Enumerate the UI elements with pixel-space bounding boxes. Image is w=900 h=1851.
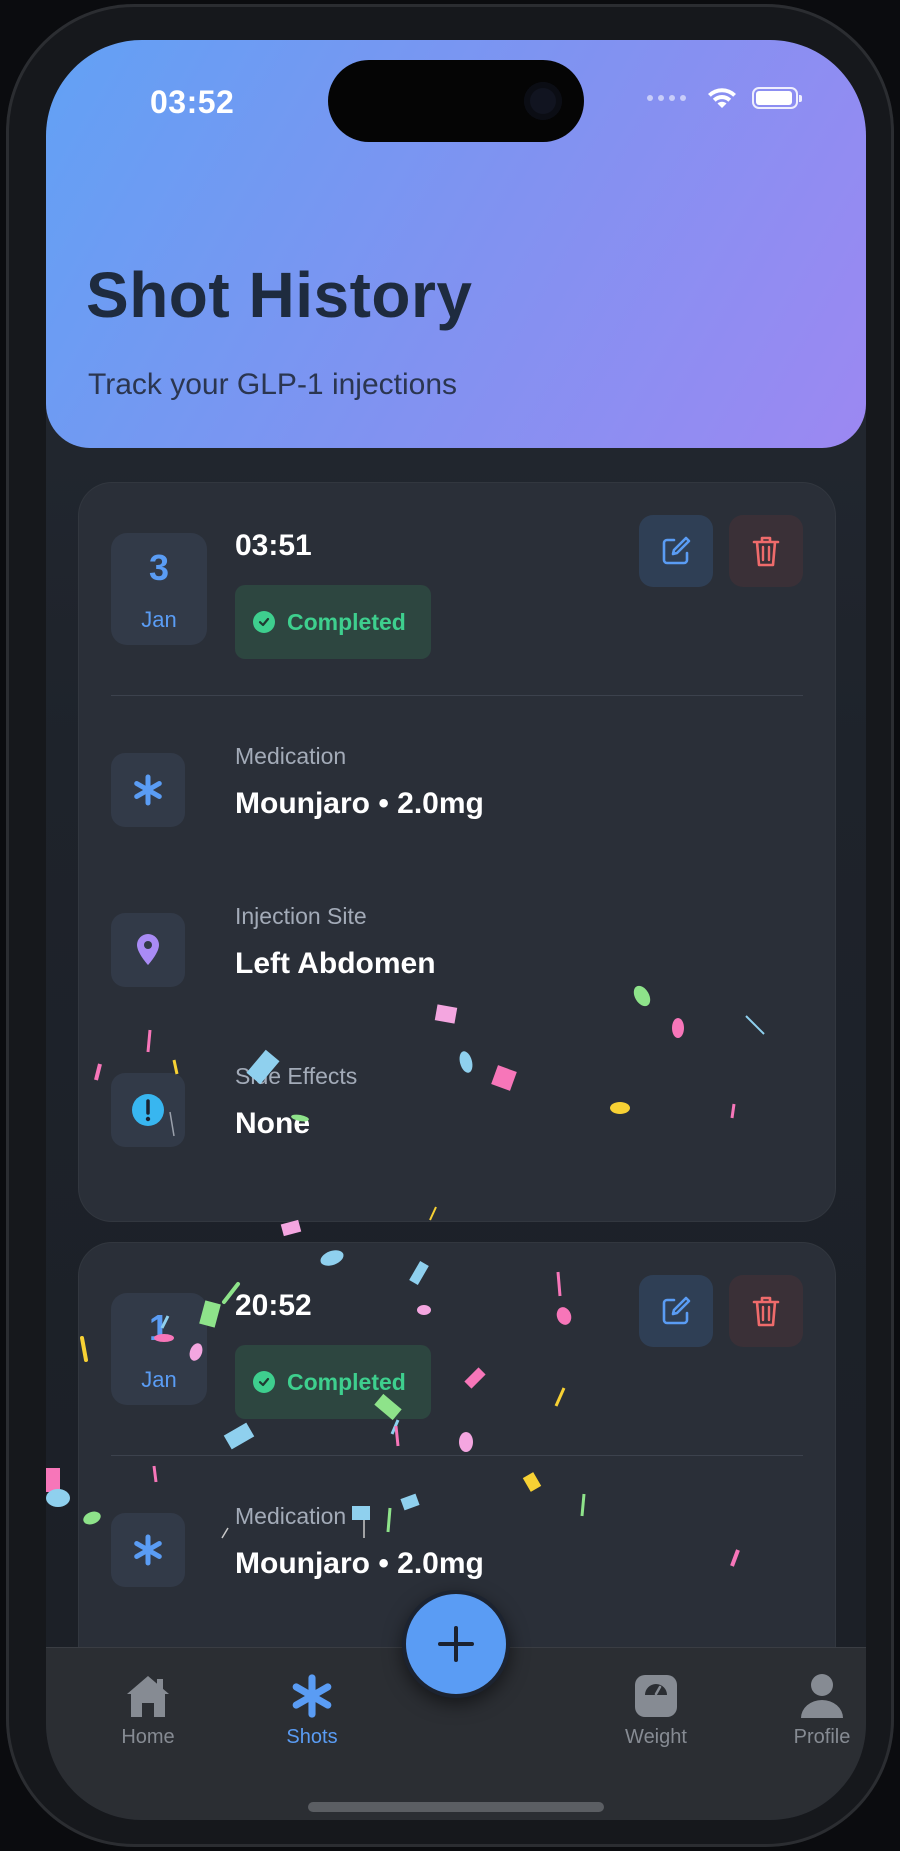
date-day: 1 — [148, 1307, 170, 1348]
battery-icon — [752, 87, 802, 109]
asterisk-icon — [292, 1674, 332, 1718]
date-month: Jan — [141, 1367, 177, 1392]
tab-shots[interactable]: Shots — [252, 1670, 372, 1749]
status-badge: Completed — [235, 585, 431, 659]
check-circle-icon — [253, 1371, 275, 1393]
dynamic-island — [328, 60, 584, 142]
status-time: 03:52 — [150, 84, 235, 120]
tab-label: Weight — [625, 1726, 687, 1748]
trash-icon — [752, 1296, 780, 1327]
date-day: 3 — [148, 547, 170, 588]
shot-card[interactable]: 3 Jan 03:51 Completed Medication Mounjar… — [78, 482, 836, 1222]
tab-label: Profile — [793, 1726, 851, 1748]
tab-label: Shots — [286, 1726, 338, 1748]
delete-button[interactable] — [729, 515, 803, 587]
date-box: 3 Jan — [111, 533, 207, 645]
tab-label: Home — [121, 1726, 175, 1748]
trash-icon — [752, 536, 780, 567]
signal-icon — [647, 95, 686, 101]
house-icon — [127, 1676, 169, 1717]
detail-label: Injection Site — [235, 903, 367, 929]
phone: 03:52 Shot History Track your GLP-1 inje… — [0, 0, 900, 1851]
status-badge: Completed — [235, 1345, 431, 1419]
detail-row-medication: Medication Mounjaro • 2.0mg — [111, 743, 791, 863]
check-circle-icon — [253, 611, 275, 633]
date-month: Jan — [141, 607, 177, 632]
detail-row-side-effects: Side Effects None — [111, 1063, 791, 1183]
camera-icon — [524, 82, 562, 120]
delete-button[interactable] — [729, 1275, 803, 1347]
plus-icon — [438, 1626, 474, 1662]
screen: 03:52 Shot History Track your GLP-1 inje… — [46, 40, 866, 1820]
shot-time: 20:52 — [235, 1289, 312, 1322]
status-text: Completed — [287, 1368, 406, 1395]
date-box: 1 Jan — [111, 1293, 207, 1405]
divider — [111, 695, 803, 696]
page-title: Shot History — [86, 259, 473, 331]
detail-value: Mounjaro • 2.0mg — [235, 1547, 484, 1580]
scale-icon — [635, 1675, 677, 1717]
tab-home[interactable]: Home — [88, 1670, 208, 1749]
detail-row-injection-site: Injection Site Left Abdomen — [111, 903, 791, 1023]
detail-label: Medication — [235, 1503, 347, 1529]
add-shot-button[interactable] — [402, 1590, 510, 1698]
tab-profile[interactable]: Profile — [762, 1670, 866, 1749]
person-icon — [801, 1674, 843, 1718]
detail-value: Mounjaro • 2.0mg — [235, 787, 484, 820]
edit-icon — [662, 1296, 691, 1325]
location-pin-icon — [111, 913, 185, 987]
edit-icon — [662, 536, 691, 565]
asterisk-icon — [111, 1513, 185, 1587]
home-indicator[interactable] — [308, 1802, 604, 1812]
edit-button[interactable] — [639, 1275, 713, 1347]
detail-value: Left Abdomen — [235, 947, 436, 980]
shot-time: 03:51 — [235, 529, 312, 562]
status-indicators — [647, 86, 802, 110]
detail-label: Side Effects — [235, 1063, 358, 1089]
detail-value: None — [235, 1107, 310, 1140]
header: 03:52 Shot History Track your GLP-1 inje… — [46, 40, 866, 448]
phone-frame: 03:52 Shot History Track your GLP-1 inje… — [6, 4, 894, 1847]
alert-circle-icon — [111, 1073, 185, 1147]
divider — [111, 1455, 803, 1456]
detail-label: Medication — [235, 743, 347, 769]
tab-weight[interactable]: Weight — [596, 1670, 716, 1749]
status-text: Completed — [287, 608, 406, 635]
page-subtitle: Track your GLP-1 injections — [88, 368, 458, 401]
asterisk-icon — [111, 753, 185, 827]
edit-button[interactable] — [639, 515, 713, 587]
wifi-icon — [708, 88, 736, 108]
